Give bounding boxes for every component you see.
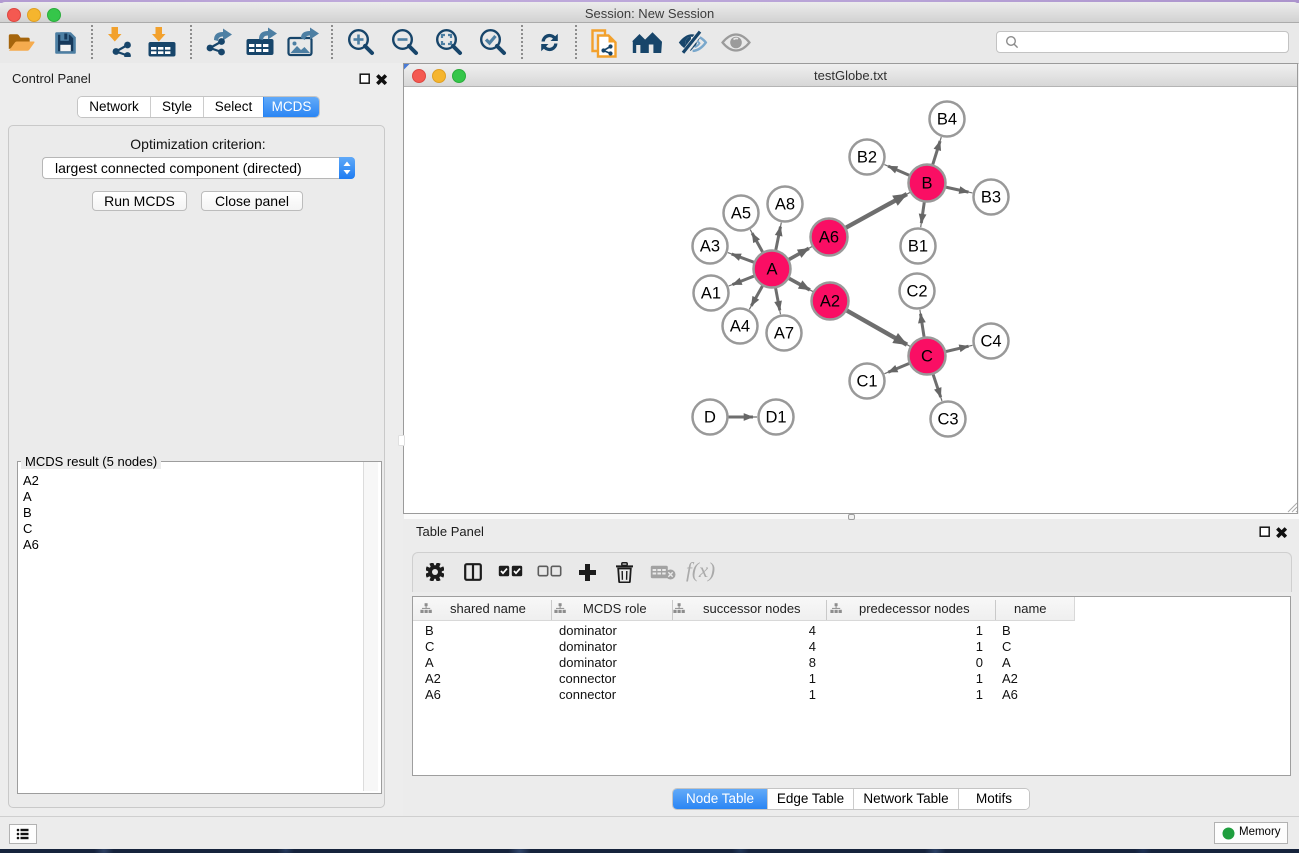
svg-text:A1: A1 bbox=[701, 285, 721, 303]
svg-text:A2: A2 bbox=[820, 293, 840, 311]
svg-text:A5: A5 bbox=[731, 205, 751, 223]
svg-text:C2: C2 bbox=[906, 283, 927, 301]
svg-text:A8: A8 bbox=[775, 196, 795, 214]
svg-text:C4: C4 bbox=[980, 333, 1001, 351]
svg-text:A: A bbox=[766, 261, 777, 279]
svg-text:D1: D1 bbox=[765, 409, 786, 427]
svg-text:A4: A4 bbox=[730, 318, 750, 336]
svg-text:A6: A6 bbox=[819, 229, 839, 247]
svg-text:B1: B1 bbox=[908, 238, 928, 256]
svg-text:A7: A7 bbox=[774, 325, 794, 343]
svg-text:C1: C1 bbox=[856, 373, 877, 391]
svg-text:A3: A3 bbox=[700, 238, 720, 256]
svg-text:B2: B2 bbox=[857, 149, 877, 167]
svg-text:C: C bbox=[921, 348, 933, 366]
svg-text:B3: B3 bbox=[981, 189, 1001, 207]
svg-text:B4: B4 bbox=[937, 111, 957, 129]
svg-text:C3: C3 bbox=[937, 411, 958, 429]
svg-text:B: B bbox=[921, 175, 932, 193]
svg-text:D: D bbox=[704, 409, 716, 427]
